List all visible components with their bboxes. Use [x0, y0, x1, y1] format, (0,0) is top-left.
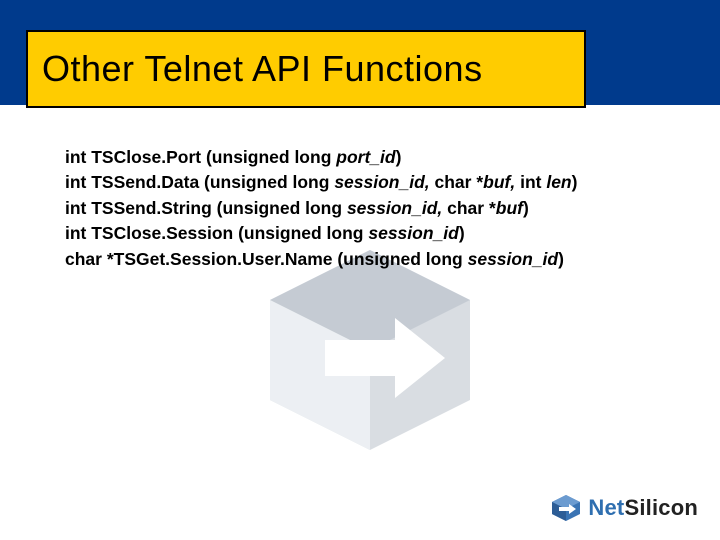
footer-logo: NetSilicon — [550, 494, 698, 522]
title-box: Other Telnet API Functions — [26, 30, 586, 108]
api-line: int TSSend.String (unsigned long session… — [65, 196, 665, 221]
footer-wordmark: NetSilicon — [588, 495, 698, 521]
netsilicon-mark-icon — [550, 494, 582, 522]
api-line: int TSClose.Port (unsigned long port_id) — [65, 145, 665, 170]
page-title: Other Telnet API Functions — [42, 48, 483, 90]
api-line: int TSClose.Session (unsigned long sessi… — [65, 221, 665, 246]
watermark-logo-icon — [245, 240, 495, 460]
api-line: int TSSend.Data (unsigned long session_i… — [65, 170, 665, 195]
content-area: int TSClose.Port (unsigned long port_id)… — [65, 145, 665, 272]
api-line: char *TSGet.Session.User.Name (unsigned … — [65, 247, 665, 272]
